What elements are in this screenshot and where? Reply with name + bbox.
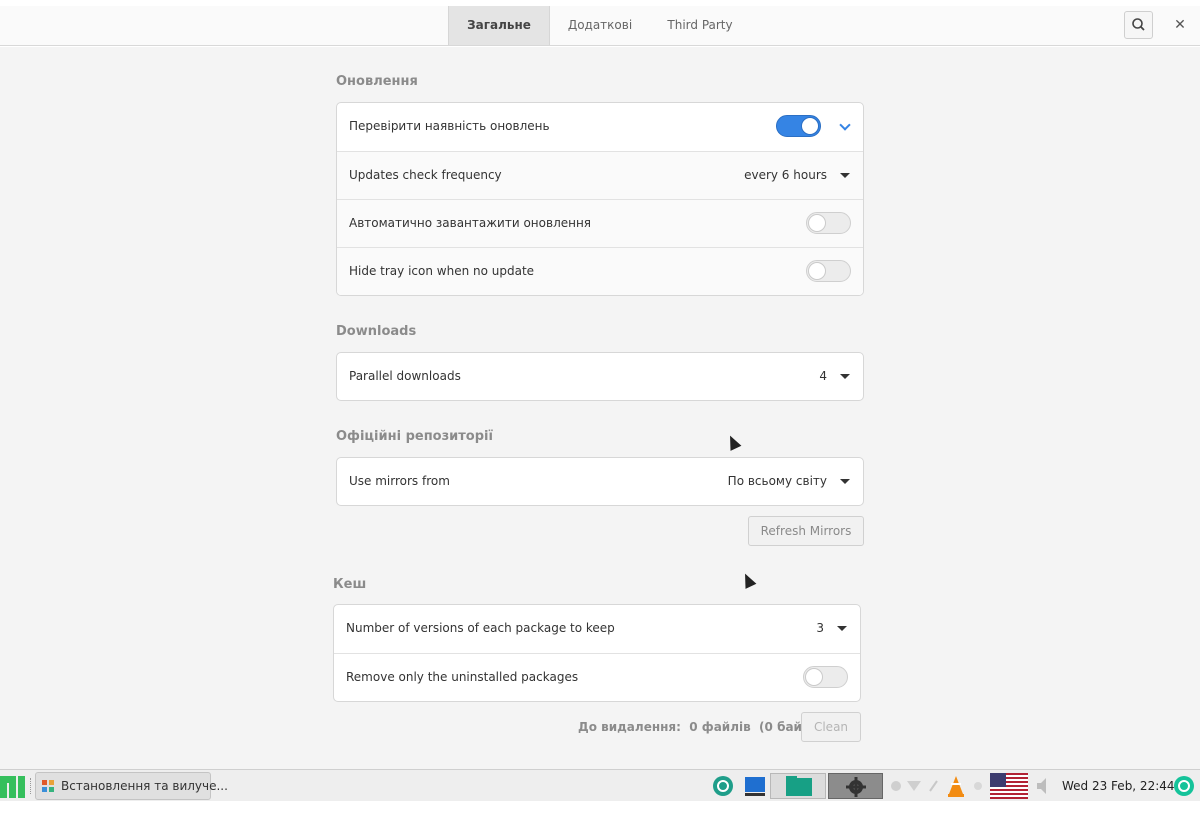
wifi-icon[interactable] [906, 773, 922, 799]
section-title-updates: Оновлення [336, 74, 418, 89]
tab-third-party[interactable]: Third Party [652, 6, 748, 45]
auto-download-row: Автоматично завантажити оновлення [337, 199, 863, 247]
auto-download-toggle[interactable] [806, 212, 851, 234]
blank-tray-icon[interactable] [970, 773, 986, 799]
refresh-mirrors-button[interactable]: Refresh Mirrors [748, 516, 864, 546]
task-pamac-window[interactable]: Встановлення та вилуче... [35, 772, 228, 800]
frequency-value[interactable]: every 6 hours [744, 152, 827, 199]
monitor-icon[interactable] [743, 773, 767, 799]
grammarly-icon[interactable] [1172, 773, 1196, 799]
dropdown-caret-icon[interactable] [840, 173, 850, 178]
dropdown-caret-icon[interactable] [837, 626, 847, 631]
cache-card: Number of versions of each package to ke… [333, 604, 861, 702]
task-label: Встановлення та вилуче... [61, 779, 228, 793]
app-grid-icon [42, 780, 54, 792]
remove-uninstalled-label: Remove only the uninstalled packages [346, 670, 579, 684]
hide-tray-toggle[interactable] [806, 260, 851, 282]
parallel-downloads-label: Parallel downloads [349, 369, 461, 383]
task-separator [30, 778, 32, 794]
volume-icon[interactable] [1034, 773, 1054, 799]
hide-tray-row: Hide tray icon when no update [337, 247, 863, 295]
close-button[interactable]: ✕ [1170, 15, 1190, 35]
check-updates-toggle[interactable] [776, 115, 821, 137]
taskbar: Встановлення та вилуче... Wed 23 Feb, 22… [0, 769, 1200, 801]
clock-text[interactable]: Wed 23 Feb, 22:44 [1062, 770, 1175, 802]
remove-uninstalled-row: Remove only the uninstalled packages [334, 653, 860, 701]
versions-row[interactable]: Number of versions of each package to ke… [334, 605, 860, 653]
check-updates-label: Перевірити наявність оновлень [349, 119, 550, 133]
clean-button[interactable]: Clean [801, 712, 861, 742]
frequency-row[interactable]: Updates check frequency every 6 hours [337, 151, 863, 199]
mouse-cursor-icon [739, 571, 757, 589]
screen-bottom-strip [0, 801, 1200, 813]
dropdown-caret-icon[interactable] [840, 479, 850, 484]
dropdown-caret-icon[interactable] [840, 374, 850, 379]
cache-status-text: До видалення: 0 файлів (0 байтів) [578, 720, 827, 734]
files-launcher[interactable] [770, 773, 826, 799]
hide-tray-label: Hide tray icon when no update [349, 264, 535, 278]
clip-icon[interactable] [926, 773, 942, 799]
update-icon[interactable] [711, 773, 735, 799]
mirrors-label: Use mirrors from [349, 474, 450, 488]
search-icon [1132, 18, 1145, 31]
versions-label: Number of versions of each package to ke… [346, 621, 615, 635]
section-title-downloads: Downloads [336, 324, 417, 339]
tab-advanced[interactable]: Додаткові [556, 6, 644, 45]
gear-icon [846, 777, 866, 797]
header-bar: Загальне Додаткові Third Party ✕ [0, 6, 1200, 46]
mouse-cursor-icon [724, 433, 742, 451]
search-button[interactable] [1124, 11, 1153, 39]
chevron-down-icon[interactable] [839, 119, 851, 131]
info-icon[interactable] [888, 773, 904, 799]
us-flag-icon[interactable] [990, 773, 1028, 799]
parallel-downloads-row[interactable]: Parallel downloads 4 [337, 353, 863, 400]
check-updates-row: Перевірити наявність оновлень [337, 103, 863, 151]
versions-value[interactable]: 3 [816, 605, 824, 652]
mirrors-row[interactable]: Use mirrors from По всьому світу [337, 458, 863, 505]
section-title-cache: Кеш [333, 577, 367, 592]
downloads-card: Parallel downloads 4 [336, 352, 864, 401]
tab-general[interactable]: Загальне [448, 6, 550, 45]
vlc-icon[interactable] [945, 773, 967, 799]
parallel-downloads-value[interactable]: 4 [819, 353, 827, 400]
auto-download-label: Автоматично завантажити оновлення [349, 216, 592, 230]
mirrors-value[interactable]: По всьому світу [728, 458, 827, 505]
preferences-content: Оновлення Перевірити наявність оновлень … [0, 47, 1200, 769]
repos-card: Use mirrors from По всьому світу [336, 457, 864, 506]
updates-card: Перевірити наявність оновлень Updates ch… [336, 102, 864, 296]
remove-uninstalled-toggle[interactable] [803, 666, 848, 688]
manjaro-logo-icon[interactable] [0, 774, 26, 798]
frequency-label: Updates check frequency [349, 168, 502, 182]
section-title-repos: Офіційні репозиторії [336, 429, 493, 444]
settings-launcher[interactable] [828, 773, 883, 799]
folder-icon [786, 776, 812, 796]
